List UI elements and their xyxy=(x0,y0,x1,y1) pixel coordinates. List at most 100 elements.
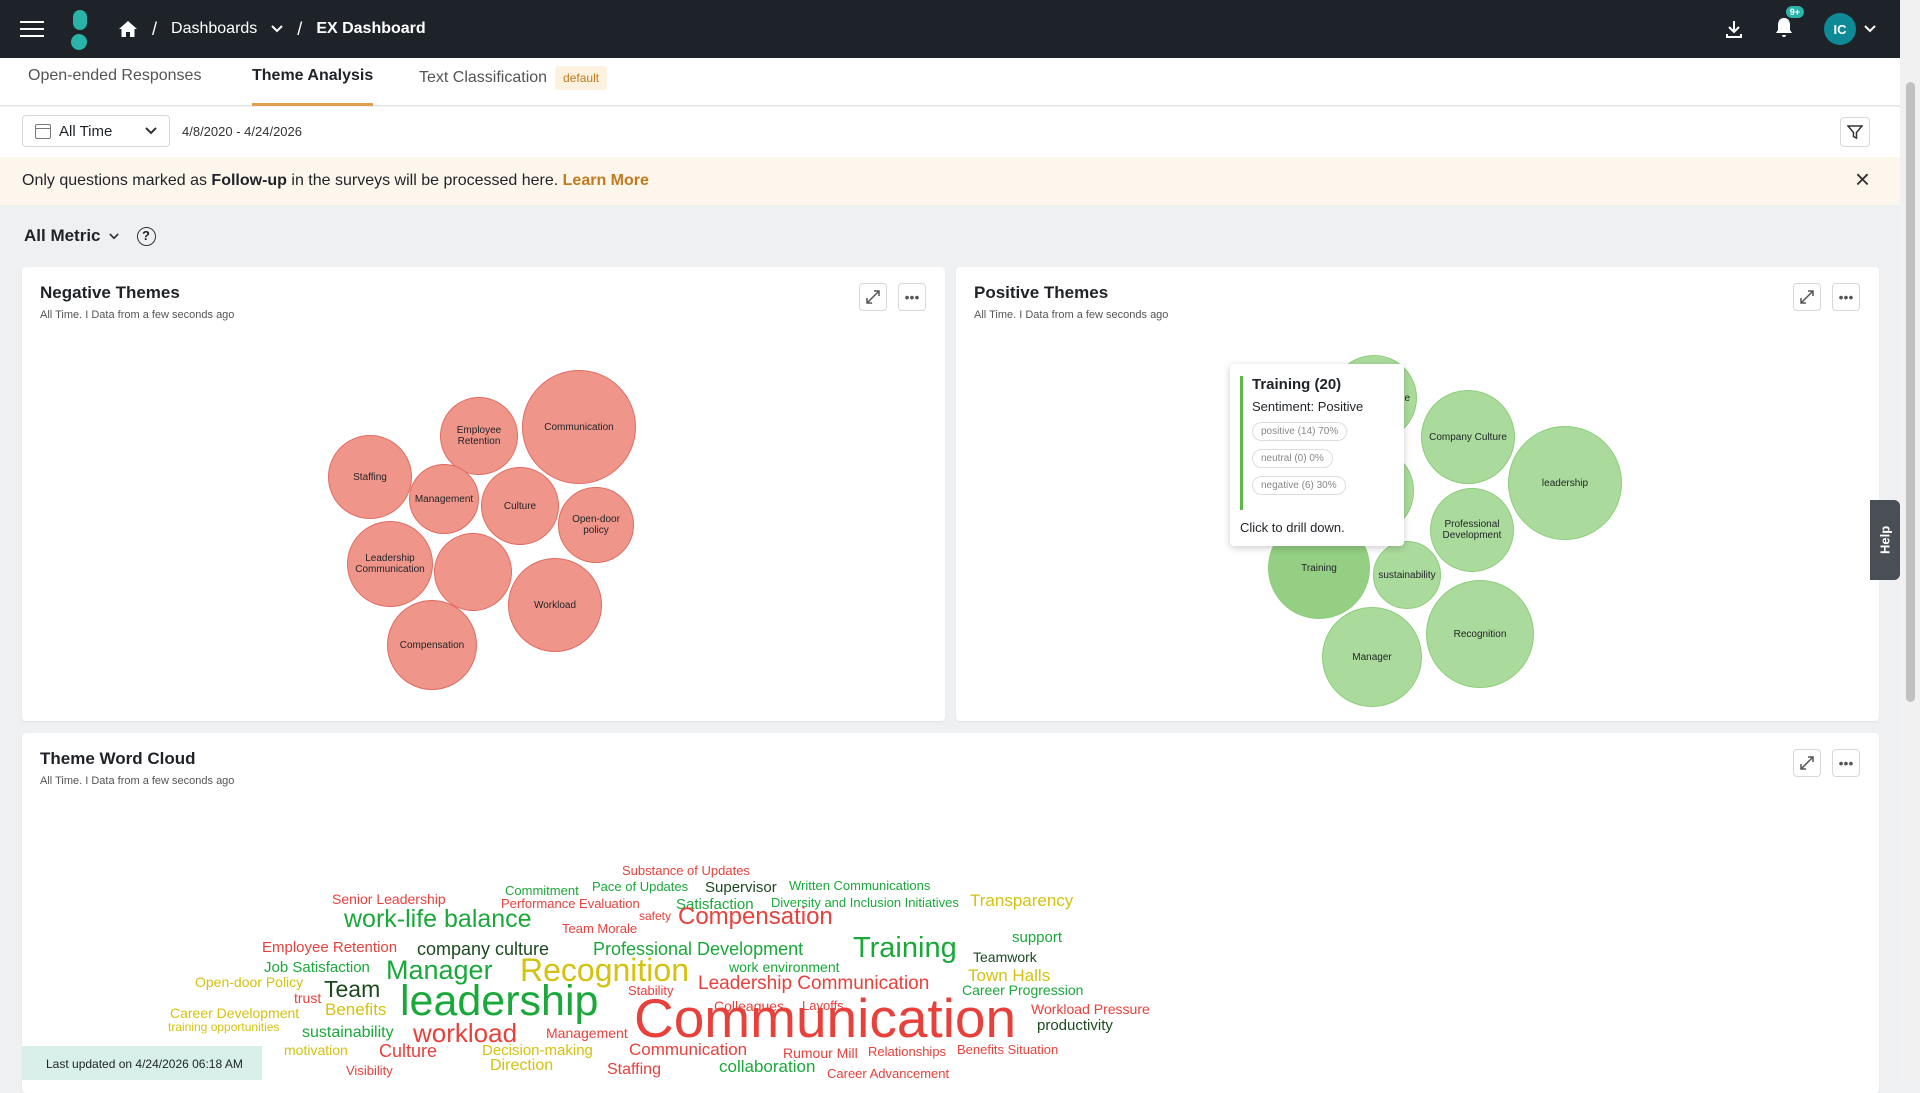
word-cloud-term[interactable]: Direction xyxy=(490,1057,553,1075)
expand-button[interactable] xyxy=(1793,283,1821,311)
word-cloud-term[interactable]: Visibility xyxy=(346,1063,393,1078)
info-banner: Only questions marked as Follow-up in th… xyxy=(0,157,1900,205)
bubble-unlabeled[interactable] xyxy=(434,533,512,611)
card-title: Negative Themes xyxy=(40,283,180,302)
word-cloud-term[interactable]: Substance of Updates xyxy=(622,863,750,878)
bubble-compensation[interactable]: Compensation xyxy=(387,600,477,690)
word-cloud-term[interactable]: Transparency xyxy=(970,891,1073,911)
word-cloud-term[interactable]: trust xyxy=(294,990,321,1006)
word-cloud-term[interactable]: Team Morale xyxy=(562,921,637,936)
chevron-down-icon xyxy=(1864,25,1876,33)
expand-icon xyxy=(1800,290,1814,304)
card-subtitle: All Time. I Data from a few seconds ago xyxy=(40,309,235,321)
metric-select[interactable]: All Metric ? xyxy=(24,226,156,246)
learn-more-link[interactable]: Learn More xyxy=(563,172,649,189)
bubble-leadership[interactable]: leadership xyxy=(1508,426,1622,540)
word-cloud-term[interactable]: Relationships xyxy=(868,1044,946,1059)
tab-theme-analysis[interactable]: Theme Analysis xyxy=(252,66,374,106)
word-cloud-term[interactable]: Open-door Policy xyxy=(195,974,303,990)
bubble-professional-development[interactable]: Professional Development xyxy=(1430,488,1514,572)
home-icon[interactable] xyxy=(118,20,138,38)
bubble-manager[interactable]: Manager xyxy=(1322,607,1422,707)
word-cloud-term[interactable]: Written Communications xyxy=(789,878,930,893)
word-cloud-term[interactable]: Teamwork xyxy=(973,949,1037,965)
word-cloud-term[interactable]: sustainability xyxy=(302,1024,394,1042)
word-cloud-term[interactable]: collaboration xyxy=(719,1057,815,1077)
tab-label: Text Classification xyxy=(419,69,548,86)
scrollbar-thumb[interactable] xyxy=(1906,82,1915,702)
word-cloud-term[interactable]: Benefits Situation xyxy=(957,1042,1058,1057)
breadcrumb-separator: / xyxy=(297,18,303,39)
word-cloud-term[interactable]: training opportunities xyxy=(168,1020,279,1034)
word-cloud-term[interactable]: Benefits xyxy=(325,1000,386,1020)
breadcrumb-current: EX Dashboard xyxy=(316,20,426,37)
tab-text-classification[interactable]: Text Classification default xyxy=(419,66,608,106)
word-cloud-term[interactable]: Employee Retention xyxy=(262,939,397,956)
word-cloud-term[interactable]: Supervisor xyxy=(705,879,777,896)
word-cloud-term[interactable]: Team xyxy=(324,976,380,1003)
more-options-button[interactable]: ••• xyxy=(898,283,926,311)
word-cloud-term[interactable]: Culture xyxy=(379,1041,437,1062)
more-options-button[interactable]: ••• xyxy=(1832,283,1860,311)
download-icon[interactable] xyxy=(1724,19,1744,39)
card-title: Positive Themes xyxy=(974,283,1109,302)
negative-themes-card: Negative Themes All Time. I Data from a … xyxy=(22,267,945,721)
tab-open-ended-responses[interactable]: Open-ended Responses xyxy=(28,66,201,106)
bubble-leadership-communication[interactable]: Leadership Communication xyxy=(347,521,433,607)
tab-bar: Open-ended Responses Theme Analysis Text… xyxy=(0,58,1900,106)
help-icon[interactable]: ? xyxy=(136,226,156,246)
notification-badge: 9+ xyxy=(1785,5,1804,18)
tooltip-positive: positive (14) 70% xyxy=(1252,422,1348,441)
menu-icon[interactable] xyxy=(20,16,44,42)
more-icon: ••• xyxy=(1838,289,1854,305)
expand-button[interactable] xyxy=(859,283,887,311)
card-subtitle: All Time. I Data from a few seconds ago xyxy=(40,775,235,787)
bubble-open-door-policy[interactable]: Open-door policy xyxy=(558,487,634,563)
word-cloud-term[interactable]: Management xyxy=(546,1025,628,1041)
bubble-sustainability[interactable]: sustainability xyxy=(1373,541,1441,609)
word-cloud-term[interactable]: support xyxy=(1012,929,1062,946)
expand-icon xyxy=(866,290,880,304)
word-cloud-term[interactable]: Career Advancement xyxy=(827,1066,949,1081)
bell-icon xyxy=(1776,17,1792,37)
more-options-button[interactable]: ••• xyxy=(1832,749,1860,777)
notifications-button[interactable]: 9+ xyxy=(1774,5,1804,43)
time-range-select[interactable]: All Time xyxy=(22,115,170,147)
close-icon[interactable]: × xyxy=(1855,166,1870,192)
word-cloud-term[interactable]: Career Development xyxy=(170,1005,299,1021)
last-updated-note: Last updated on 4/24/2026 06:18 AM xyxy=(22,1046,262,1080)
bubble-tooltip: Training (20) Sentiment: Positive positi… xyxy=(1230,364,1404,546)
word-cloud-term[interactable]: Pace of Updates xyxy=(592,879,688,894)
word-cloud-term[interactable]: work-life balance xyxy=(344,905,532,934)
filter-bar: All Time 4/8/2020 - 4/24/2026 xyxy=(0,107,1900,157)
bubble-recognition[interactable]: Recognition xyxy=(1426,580,1534,688)
expand-icon xyxy=(1800,756,1814,770)
bubble-employee-retention[interactable]: Employee Retention xyxy=(440,397,518,475)
banner-text: Only questions marked as xyxy=(22,172,212,189)
bubble-staffing[interactable]: Staffing xyxy=(328,435,412,519)
bubble-workload[interactable]: Workload xyxy=(508,558,602,652)
word-cloud-term[interactable]: motivation xyxy=(284,1042,348,1058)
card-title: Theme Word Cloud xyxy=(40,749,196,768)
word-cloud-term[interactable]: productivity xyxy=(1037,1017,1113,1034)
brand-logo[interactable] xyxy=(70,10,92,50)
bubble-management[interactable]: Management xyxy=(409,464,479,534)
word-cloud-term[interactable]: Compensation xyxy=(678,903,833,931)
help-label: Help xyxy=(1877,525,1893,555)
bubble-culture[interactable]: Culture xyxy=(481,467,559,545)
word-cloud-term[interactable]: safety xyxy=(639,909,671,923)
filter-button[interactable] xyxy=(1840,117,1870,147)
avatar: IC xyxy=(1824,13,1856,45)
word-cloud-term[interactable]: Training xyxy=(853,932,957,965)
expand-button[interactable] xyxy=(1793,749,1821,777)
word-cloud-term[interactable]: Workload Pressure xyxy=(1031,1001,1150,1017)
tooltip-accent-bar xyxy=(1240,376,1243,510)
bubble-company-culture[interactable]: Company Culture xyxy=(1421,390,1515,484)
user-menu[interactable]: IC xyxy=(1824,13,1876,45)
positive-themes-card: Positive Themes All Time. I Data from a … xyxy=(956,267,1879,721)
help-tab[interactable]: Help xyxy=(1870,500,1900,580)
chevron-down-icon[interactable] xyxy=(271,25,284,33)
bubble-communication[interactable]: Communication xyxy=(522,370,636,484)
word-cloud-term[interactable]: Staffing xyxy=(607,1061,661,1079)
breadcrumb-dashboards[interactable]: Dashboards xyxy=(171,20,257,38)
